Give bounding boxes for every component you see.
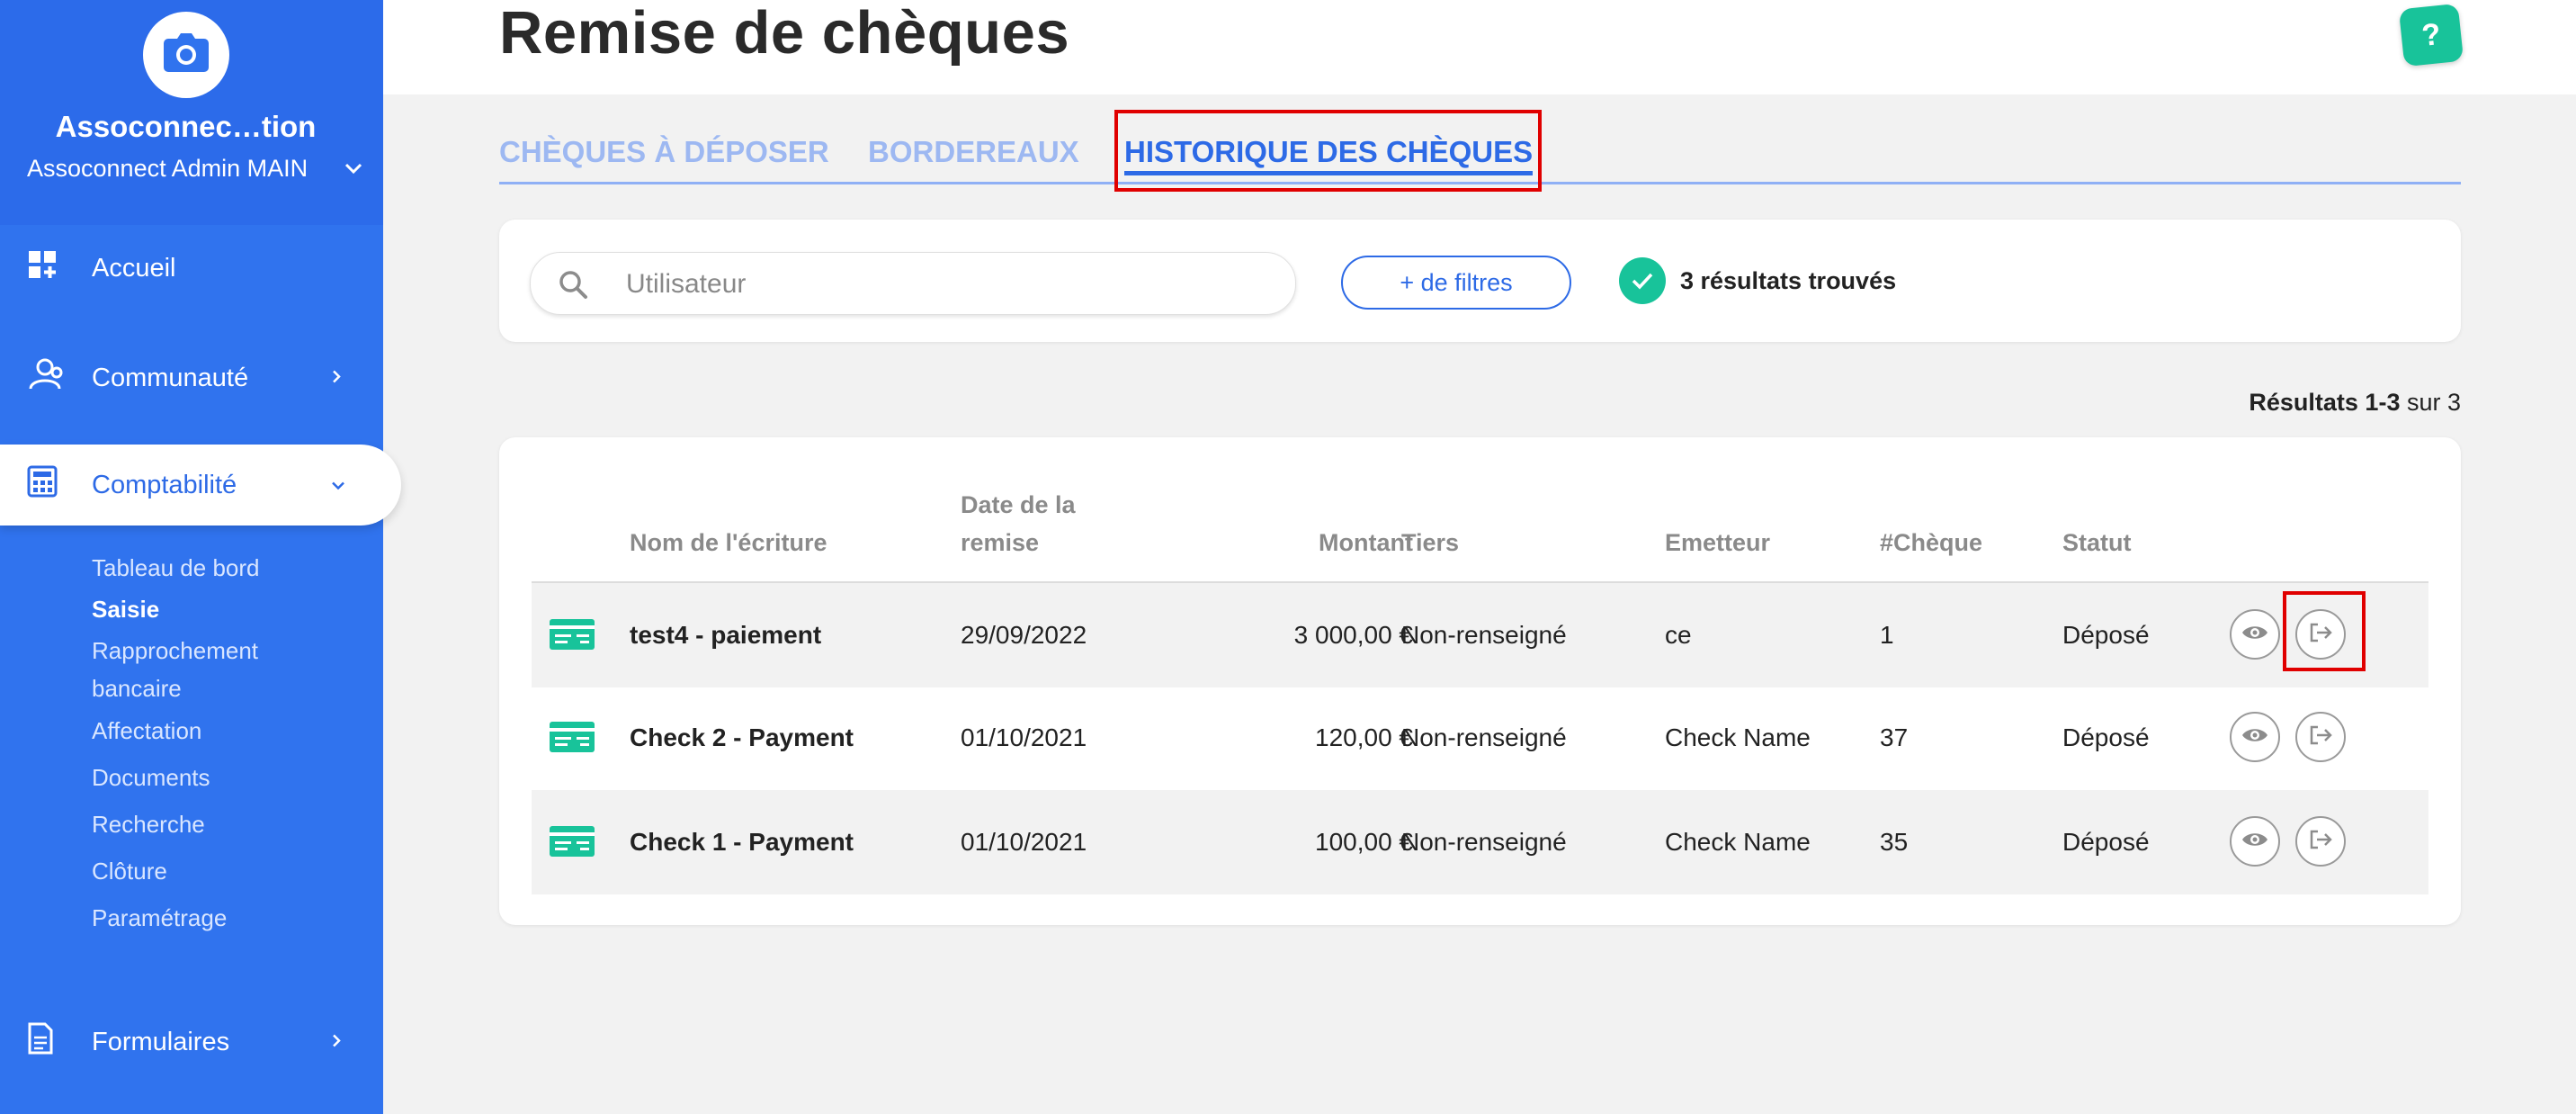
- table-row: Check 1 - Payment 01/10/2021 100,00 € No…: [532, 790, 2428, 894]
- tab-cheques-a-deposer[interactable]: CHÈQUES À DÉPOSER: [499, 135, 829, 169]
- nav-item-formulaires[interactable]: Formulaires: [0, 1002, 383, 1083]
- nav-item-communaute[interactable]: Communauté: [0, 337, 383, 418]
- results-found-text: 3 résultats trouvés: [1680, 266, 1897, 294]
- submenu-affectation[interactable]: Affectation: [92, 707, 371, 754]
- check-document-icon: [550, 619, 595, 654]
- cell-emitter: Check Name: [1665, 828, 1811, 856]
- submenu-saisie[interactable]: Saisie: [92, 587, 371, 632]
- sidebar-header: Assoconnec…tion Assoconnect Admin MAIN: [0, 0, 383, 225]
- cell-amount: 100,00 €: [1315, 828, 1413, 856]
- filter-bar: + de filtres 3 résultats trouvés: [499, 220, 2461, 342]
- chevron-right-icon: [329, 364, 344, 393]
- cell-name: Check 1 - Payment: [630, 828, 854, 856]
- check-document-icon: [550, 826, 595, 861]
- results-found: 3 résultats trouvés: [1619, 257, 1896, 304]
- column-header-date-line1: Date de la: [961, 491, 1076, 518]
- more-filters-button[interactable]: + de filtres: [1341, 256, 1571, 310]
- export-button[interactable]: [2295, 816, 2346, 867]
- chevron-right-icon: [329, 1028, 344, 1057]
- cell-emitter: Check Name: [1665, 723, 1811, 751]
- cell-name: test4 - paiement: [630, 621, 822, 649]
- nav-item-comptabilite[interactable]: Comptabilité: [0, 445, 401, 526]
- submenu-rapprochement-bancaire[interactable]: Rapprochement bancaire: [92, 632, 290, 707]
- accounting-submenu: Tableau de bord Saisie Rapprochement ban…: [92, 549, 371, 941]
- submenu-cloture[interactable]: Clôture: [92, 848, 371, 894]
- table-row: Check 2 - Payment 01/10/2021 120,00 € No…: [532, 686, 2428, 790]
- search-input[interactable]: [624, 265, 1257, 303]
- view-button[interactable]: [2230, 712, 2280, 762]
- column-header-amount: Montant: [1319, 529, 1413, 556]
- camera-icon: [163, 32, 210, 77]
- view-button[interactable]: [2230, 609, 2280, 660]
- export-button[interactable]: [2295, 712, 2346, 762]
- column-header-date: Date de la remise: [961, 486, 1076, 561]
- checks-table: Nom de l'écriture Date de la remise Mont…: [499, 437, 2461, 925]
- submenu-recherche[interactable]: Recherche: [92, 801, 371, 848]
- column-header-check-number: #Chèque: [1880, 529, 1983, 556]
- cell-status: Déposé: [2062, 723, 2150, 751]
- results-range-label: Résultats 1-3: [2249, 389, 2401, 416]
- eye-icon: [2241, 831, 2268, 853]
- sign-out-icon: [2308, 829, 2333, 855]
- org-logo[interactable]: [143, 12, 229, 98]
- sidebar: Assoconnec…tion Assoconnect Admin MAIN A…: [0, 0, 401, 1114]
- cell-emitter: ce: [1665, 621, 1692, 649]
- highlight-box-export: [2283, 591, 2366, 671]
- calculator-icon: [27, 465, 58, 505]
- submenu-tableau-de-bord[interactable]: Tableau de bord: [92, 549, 371, 587]
- column-header-tiers: Tiers: [1401, 529, 1460, 556]
- eye-icon: [2241, 624, 2268, 646]
- cell-name: Check 2 - Payment: [630, 723, 854, 751]
- eye-icon: [2241, 726, 2268, 749]
- column-header-date-line2: remise: [961, 529, 1040, 556]
- column-header-status: Statut: [2062, 529, 2132, 556]
- cell-tiers: Non-renseigné: [1401, 828, 1567, 856]
- results-range-suffix: sur 3: [2400, 389, 2461, 416]
- nav-item-accueil[interactable]: Accueil: [0, 228, 383, 309]
- dashboard-icon: [27, 249, 58, 287]
- cell-amount: 3 000,00 €: [1293, 621, 1413, 649]
- cell-date: 01/10/2021: [961, 723, 1087, 751]
- column-header-emitter: Emetteur: [1665, 529, 1771, 556]
- chevron-down-icon[interactable]: [344, 158, 363, 183]
- page-title: Remise de chèques: [499, 0, 1070, 67]
- community-icon: [27, 358, 67, 398]
- table-row: test4 - paiement 29/09/2022 3 000,00 € N…: [532, 581, 2428, 687]
- nav-label: Accueil: [92, 253, 176, 283]
- cell-check-number: 1: [1880, 621, 1894, 649]
- check-icon: [1619, 257, 1666, 304]
- nav-label: Comptabilité: [92, 470, 237, 499]
- column-header-name: Nom de l'écriture: [630, 529, 827, 556]
- sign-out-icon: [2308, 724, 2333, 750]
- highlight-box-tab: [1114, 110, 1542, 192]
- account-switcher[interactable]: Assoconnect Admin MAIN: [27, 155, 308, 183]
- org-name: Assoconnec…tion: [55, 110, 317, 143]
- nav-label: Communauté: [92, 363, 249, 392]
- cell-status: Déposé: [2062, 828, 2150, 856]
- search-box[interactable]: [530, 252, 1296, 315]
- nav-label: Formulaires: [92, 1027, 230, 1056]
- cell-check-number: 35: [1880, 828, 1909, 856]
- cell-date: 29/09/2022: [961, 621, 1087, 649]
- cell-amount: 120,00 €: [1315, 723, 1413, 751]
- cell-date: 01/10/2021: [961, 828, 1087, 856]
- view-button[interactable]: [2230, 816, 2280, 867]
- submenu-documents[interactable]: Documents: [92, 754, 371, 801]
- cell-status: Déposé: [2062, 621, 2150, 649]
- cell-check-number: 37: [1880, 723, 1909, 751]
- check-document-icon: [550, 722, 595, 757]
- cell-tiers: Non-renseigné: [1401, 723, 1567, 751]
- results-range: Résultats 1-3 sur 3: [2249, 389, 2461, 417]
- submenu-parametrage[interactable]: Paramétrage: [92, 894, 371, 941]
- help-button[interactable]: ?: [2398, 3, 2464, 67]
- form-icon: [27, 1021, 54, 1063]
- tab-bordereaux[interactable]: BORDEREAUX: [868, 135, 1079, 169]
- cell-tiers: Non-renseigné: [1401, 621, 1567, 649]
- chevron-down-icon: [329, 471, 347, 500]
- search-icon: [558, 269, 588, 304]
